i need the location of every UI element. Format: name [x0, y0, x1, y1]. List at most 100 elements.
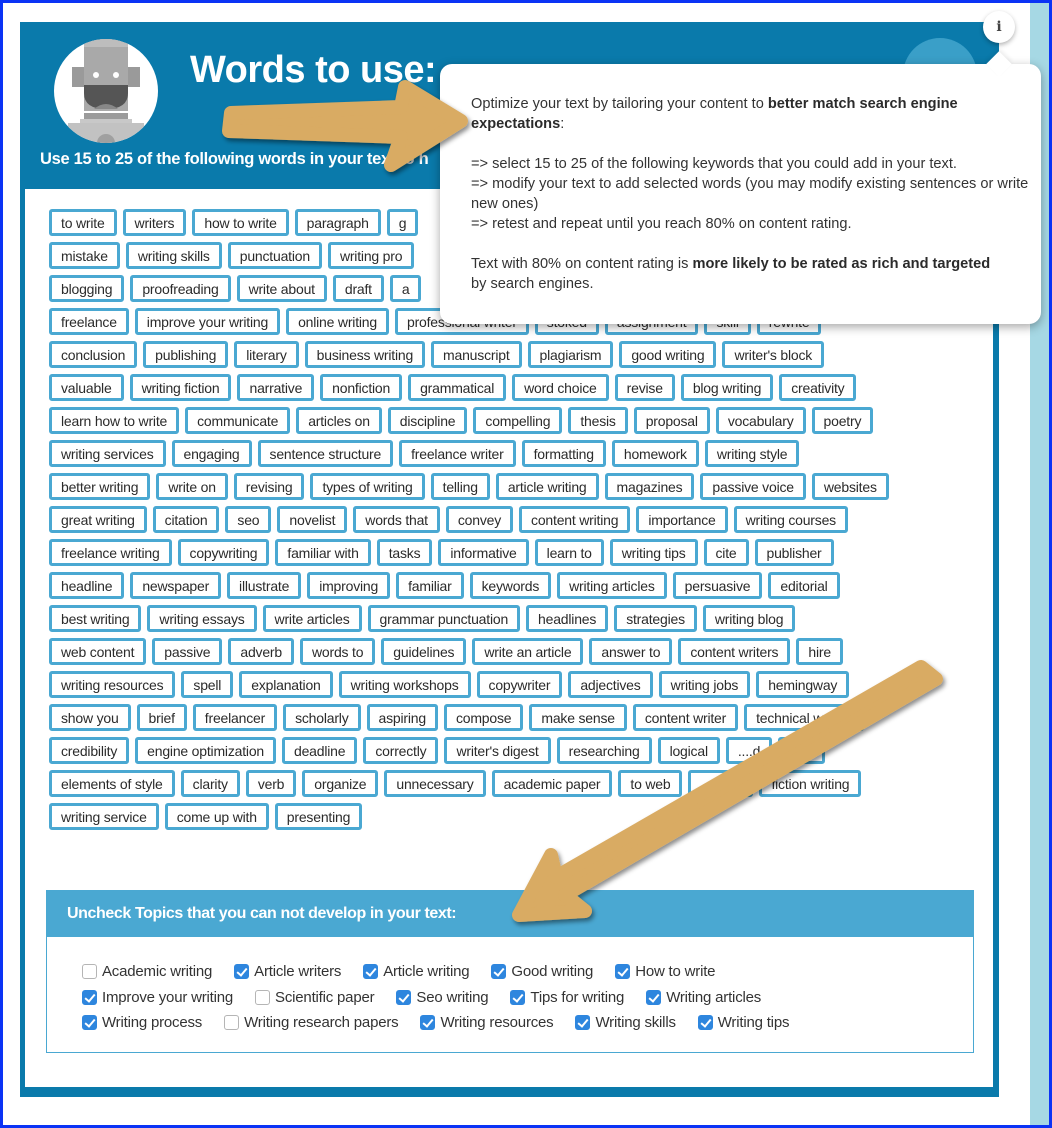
keyword-chip[interactable]: engine optimization: [135, 737, 276, 764]
topic-checkbox-item[interactable]: Writing skills: [575, 1014, 676, 1031]
keyword-chip[interactable]: types of writing: [310, 473, 425, 500]
keyword-chip[interactable]: answer to: [589, 638, 673, 665]
keyword-chip[interactable]: writing courses: [733, 506, 848, 533]
keyword-chip[interactable]: passive voice: [700, 473, 806, 500]
keyword-chip[interactable]: editorial: [768, 572, 840, 599]
keyword-chip[interactable]: fiction writing: [759, 770, 862, 797]
checkbox-unchecked[interactable]: [255, 989, 271, 1005]
keyword-chip[interactable]: magazines: [604, 473, 695, 500]
keyword-chip[interactable]: write an article: [472, 638, 584, 665]
keyword-chip[interactable]: keywords: [469, 572, 552, 599]
topic-checkbox-item[interactable]: Writing articles: [646, 989, 761, 1006]
checkbox-checked[interactable]: [234, 964, 250, 980]
keyword-chip[interactable]: compelling: [473, 407, 563, 434]
keyword-chip[interactable]: proofreading: [130, 275, 231, 302]
keyword-chip[interactable]: come up with: [164, 803, 269, 830]
keyword-chip[interactable]: draft: [332, 275, 384, 302]
keyword-chip[interactable]: write articles: [262, 605, 362, 632]
checkbox-unchecked[interactable]: [82, 964, 97, 980]
keyword-chip[interactable]: freelancer: [192, 704, 278, 731]
keyword-chip[interactable]: how to write: [192, 209, 289, 236]
keyword-chip[interactable]: make sense: [529, 704, 627, 731]
info-button[interactable]: i: [983, 11, 1015, 43]
keyword-chip[interactable]: familiar with: [275, 539, 371, 566]
keyword-chip[interactable]: punctuation: [227, 242, 322, 269]
keyword-chip[interactable]: to web: [618, 770, 683, 797]
keyword-chip[interactable]: publishing: [143, 341, 229, 368]
keyword-chip[interactable]: lists: [778, 737, 826, 764]
keyword-chip[interactable]: websites: [811, 473, 889, 500]
keyword-chip[interactable]: credibility: [49, 737, 130, 764]
keyword-chip[interactable]: web content: [49, 638, 147, 665]
keyword-chip[interactable]: writing workshops: [338, 671, 471, 698]
keyword-chip[interactable]: scholarly: [283, 704, 361, 731]
keyword-chip[interactable]: hemingway: [756, 671, 850, 698]
keyword-chip[interactable]: copywriting: [177, 539, 270, 566]
topic-checkbox-item[interactable]: Academic writing: [82, 963, 212, 980]
keyword-chip[interactable]: business writing: [304, 341, 426, 368]
keyword-chip[interactable]: good writing: [619, 341, 717, 368]
topic-checkbox-item[interactable]: Good writing: [491, 963, 593, 980]
topic-checkbox-item[interactable]: Scientific paper: [255, 989, 375, 1006]
keyword-chip[interactable]: online writing: [286, 308, 389, 335]
keyword-chip[interactable]: sentence structure: [257, 440, 394, 467]
keyword-chip[interactable]: thesis: [568, 407, 628, 434]
keyword-chip[interactable]: citation: [152, 506, 220, 533]
keyword-chip[interactable]: writer's digest: [444, 737, 551, 764]
keyword-chip[interactable]: informative: [438, 539, 529, 566]
keyword-chip[interactable]: narrative: [237, 374, 315, 401]
keyword-chip[interactable]: logical: [657, 737, 720, 764]
keyword-chip[interactable]: mistake: [49, 242, 120, 269]
keyword-chip[interactable]: revise: [614, 374, 675, 401]
keyword-chip[interactable]: proposal: [633, 407, 710, 434]
keyword-chip[interactable]: freelance: [49, 308, 129, 335]
keyword-chip[interactable]: writing skills: [125, 242, 222, 269]
topic-checkbox-item[interactable]: Writing tips: [697, 1014, 789, 1031]
keyword-chip[interactable]: writing blog: [702, 605, 796, 632]
keyword-chip[interactable]: headline: [49, 572, 125, 599]
topic-checkbox-item[interactable]: Writing research papers: [224, 1014, 399, 1031]
keyword-chip[interactable]: manuscript: [431, 341, 522, 368]
keyword-chip[interactable]: discipline: [387, 407, 468, 434]
keyword-chip[interactable]: freelance writing: [49, 539, 172, 566]
keyword-chip[interactable]: blogging: [49, 275, 125, 302]
keyword-chip[interactable]: hire: [796, 638, 843, 665]
keyword-chip[interactable]: creativity: [779, 374, 857, 401]
keyword-chip[interactable]: illustrate: [227, 572, 302, 599]
keyword-chip[interactable]: writing essays: [147, 605, 257, 632]
keyword-chip[interactable]: writing jobs: [658, 671, 751, 698]
topic-checkbox-item[interactable]: Article writers: [234, 963, 341, 980]
checkbox-checked[interactable]: [82, 1015, 97, 1031]
keyword-chip[interactable]: revising: [233, 473, 305, 500]
checkbox-checked[interactable]: [491, 964, 507, 980]
keyword-chip[interactable]: organize: [302, 770, 379, 797]
keyword-chip[interactable]: newspaper: [130, 572, 222, 599]
keyword-chip[interactable]: academic paper: [491, 770, 613, 797]
keyword-chip[interactable]: learn how to write: [49, 407, 180, 434]
keyword-chip[interactable]: valuable: [49, 374, 124, 401]
keyword-chip[interactable]: writers: [122, 209, 187, 236]
keyword-chip[interactable]: plagiarism: [527, 341, 614, 368]
checkbox-checked[interactable]: [697, 1015, 713, 1031]
keyword-chip[interactable]: words that: [353, 506, 440, 533]
keyword-chip[interactable]: word choice: [512, 374, 609, 401]
keyword-chip[interactable]: strategies: [614, 605, 697, 632]
keyword-chip[interactable]: better writing: [49, 473, 151, 500]
keyword-chip[interactable]: communicate: [185, 407, 291, 434]
checkbox-checked[interactable]: [615, 964, 631, 980]
keyword-chip[interactable]: novelist: [277, 506, 348, 533]
keyword-chip[interactable]: convey: [445, 506, 514, 533]
keyword-chip[interactable]: write on: [156, 473, 228, 500]
keyword-chip[interactable]: g: [386, 209, 419, 236]
keyword-chip[interactable]: spell: [181, 671, 234, 698]
keyword-chip[interactable]: guidelines: [381, 638, 467, 665]
keyword-chip[interactable]: unnecessary: [384, 770, 486, 797]
keyword-chip[interactable]: presenting: [274, 803, 363, 830]
keyword-chip[interactable]: to write: [49, 209, 117, 236]
checkbox-checked[interactable]: [575, 1015, 591, 1031]
keyword-chip[interactable]: conclusion: [49, 341, 138, 368]
keyword-chip[interactable]: adjectives: [568, 671, 653, 698]
checkbox-checked[interactable]: [510, 989, 526, 1005]
topic-checkbox-item[interactable]: Tips for writing: [510, 989, 624, 1006]
checkbox-checked[interactable]: [396, 989, 412, 1005]
